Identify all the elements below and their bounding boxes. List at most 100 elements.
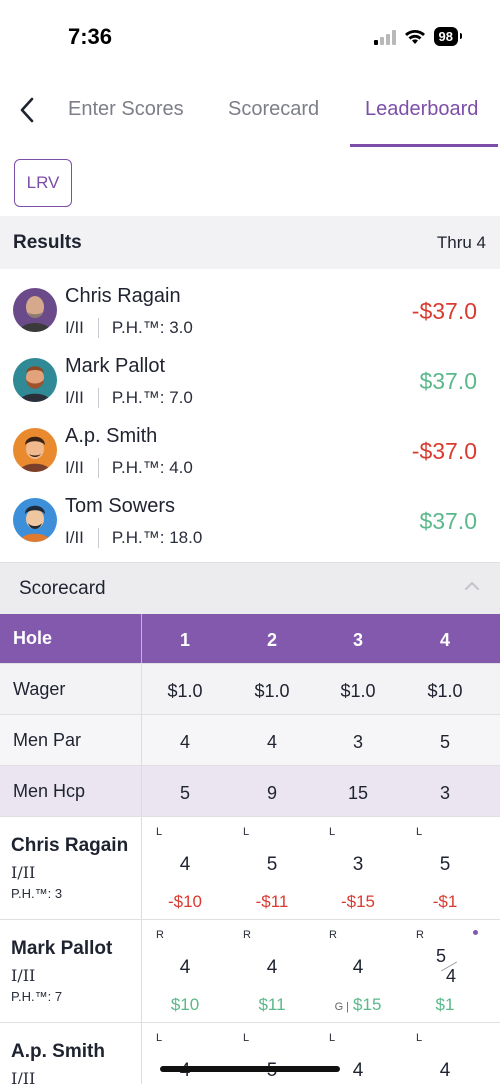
score-cell[interactable]: L 4 (142, 1023, 228, 1084)
leaderboard-row[interactable]: Chris Ragain I/II P.H.™: 3.0 -$37.0 (0, 280, 500, 350)
hole-amount: $10 (170, 995, 200, 1014)
leaderboard-row[interactable]: A.p. Smith I/II P.H.™: 4.0 -$37.0 (0, 420, 500, 490)
player-total: $37.0 (419, 368, 477, 394)
par-value: 3 (352, 732, 363, 752)
gross-score: 5 (436, 946, 447, 966)
top-nav: Enter Scores Scorecard Leaderboard (0, 80, 500, 148)
leaderboard-row[interactable]: Mark Pallot I/II P.H.™: 7.0 $37.0 (0, 350, 500, 420)
avatar (13, 428, 57, 472)
par-value: 5 (439, 732, 450, 752)
avatar (13, 288, 57, 332)
chevron-left-icon (20, 97, 34, 123)
hole-amount-value: $15 (353, 995, 382, 1014)
score-cell[interactable]: R 4 $10 (142, 920, 228, 1022)
hole-score: 5 (266, 854, 278, 875)
tee-label: I/II (65, 458, 84, 477)
score-cell[interactable]: L 4 (402, 1023, 488, 1084)
side-label: L (243, 826, 250, 838)
thru-label: Thru 4 (436, 233, 486, 252)
tab-enter-scores[interactable]: Enter Scores (68, 98, 184, 121)
side-label: R (243, 929, 251, 941)
player-total: -$37.0 (411, 298, 477, 324)
score-cell[interactable]: L 4 -$10 (142, 817, 228, 919)
avatar (13, 358, 57, 402)
playing-handicap: P.H.™: 7 (11, 989, 63, 1004)
side-label: L (156, 826, 163, 838)
wifi-icon (404, 30, 425, 44)
player-name: Mark Pallot (11, 938, 113, 959)
scorecard-player-row: Mark Pallot I/II P.H.™: 7 R 4 $10 R 4 $1… (0, 920, 500, 1023)
wager-value: $1.0 (427, 681, 463, 701)
wager-label: Wager (13, 679, 66, 699)
hole-number: 1 (179, 630, 190, 650)
player-name: Chris Ragain (65, 285, 181, 307)
tab-leaderboard[interactable]: Leaderboard (365, 98, 478, 121)
signal-icon (373, 29, 396, 45)
hole-row: Hole 1 2 3 4 (0, 614, 500, 664)
par-value: 4 (266, 732, 277, 752)
wager-value: $1.0 (167, 681, 203, 701)
hole-score: 5 (439, 854, 451, 875)
hole-score: 4 (352, 957, 364, 978)
status-icons: 98 (373, 27, 463, 46)
player-meta: I/II P.H.™: 7.0 (65, 388, 193, 408)
hole-score: 3 (352, 854, 364, 875)
hole-score: 4 (439, 1060, 451, 1081)
tee-label: I/II (65, 388, 84, 407)
hole-label: Hole (13, 628, 53, 648)
wager-value: $1.0 (254, 681, 290, 701)
playing-handicap: P.H.™: 3 (11, 886, 63, 901)
net-score: 4 (446, 966, 457, 986)
scorecard-header[interactable]: Scorecard (0, 562, 500, 614)
handicap-label: Men Hcp (13, 781, 86, 801)
playing-handicap: P.H.™: 18.0 (111, 528, 203, 547)
back-button[interactable] (12, 92, 42, 128)
chevron-up-icon[interactable] (464, 581, 480, 591)
score-cell[interactable]: R 4 G | $15 (315, 920, 401, 1022)
hole-score: 4 (179, 957, 191, 978)
side-label: R (329, 929, 337, 941)
scorecard-player-row: Chris Ragain I/II P.H.™: 3 L 4 -$10 L 5 … (0, 817, 500, 920)
hole-number: 3 (352, 630, 363, 650)
hole-amount: -$10 (167, 892, 203, 911)
score-cell[interactable]: L 4 (315, 1023, 401, 1084)
score-cell[interactable]: L 3 -$15 (315, 817, 401, 919)
par-label: Men Par (13, 730, 82, 750)
handicap-value: 3 (439, 783, 450, 803)
side-label: L (329, 1032, 336, 1044)
score-cell[interactable]: L 5 -$1 (402, 817, 488, 919)
gross-net-score: 5 4 (402, 946, 488, 990)
score-cell[interactable]: R 5 4 $1 (402, 920, 488, 1022)
hole-amount: $1 (435, 995, 455, 1014)
player-name: A.p. Smith (65, 425, 158, 447)
score-cell[interactable]: R 4 $11 (229, 920, 315, 1022)
side-label: L (416, 1032, 423, 1044)
home-indicator[interactable] (160, 1066, 340, 1072)
hole-number: 2 (266, 630, 277, 650)
hole-amount: -$1 (432, 892, 458, 911)
leaderboard-row[interactable]: Tom Sowers I/II P.H.™: 18.0 $37.0 (0, 490, 500, 560)
score-cell[interactable]: L 5 (229, 1023, 315, 1084)
side-label: L (156, 1032, 163, 1044)
hole-number: 4 (439, 630, 450, 650)
battery-icon: 98 (433, 27, 463, 46)
player-name: Tom Sowers (65, 495, 176, 517)
handicap-value: 9 (266, 783, 277, 803)
scorecard-player-row: A.p. Smith I/II L 4 L 5 L 4 L 4 (0, 1023, 500, 1084)
lrv-button[interactable]: LRV (14, 159, 72, 207)
player-name: Chris Ragain (11, 835, 129, 856)
player-total: -$37.0 (411, 438, 477, 464)
side-label: R (416, 929, 424, 941)
handicap-value: 15 (347, 783, 369, 803)
tab-scorecard[interactable]: Scorecard (228, 98, 319, 121)
hole-amount: -$11 (255, 892, 289, 911)
score-cell[interactable]: L 5 -$11 (229, 817, 315, 919)
wager-value: $1.0 (340, 681, 376, 701)
playing-handicap: P.H.™: 7.0 (111, 388, 193, 407)
stroke-dot-icon (473, 930, 478, 935)
wager-row: Wager $1.0 $1.0 $1.0 $1.0 (0, 664, 500, 715)
side-label: L (243, 1032, 250, 1044)
tee-label: I/II (11, 1069, 36, 1084)
hole-score: 4 (179, 854, 191, 875)
par-value: 4 (179, 732, 190, 752)
